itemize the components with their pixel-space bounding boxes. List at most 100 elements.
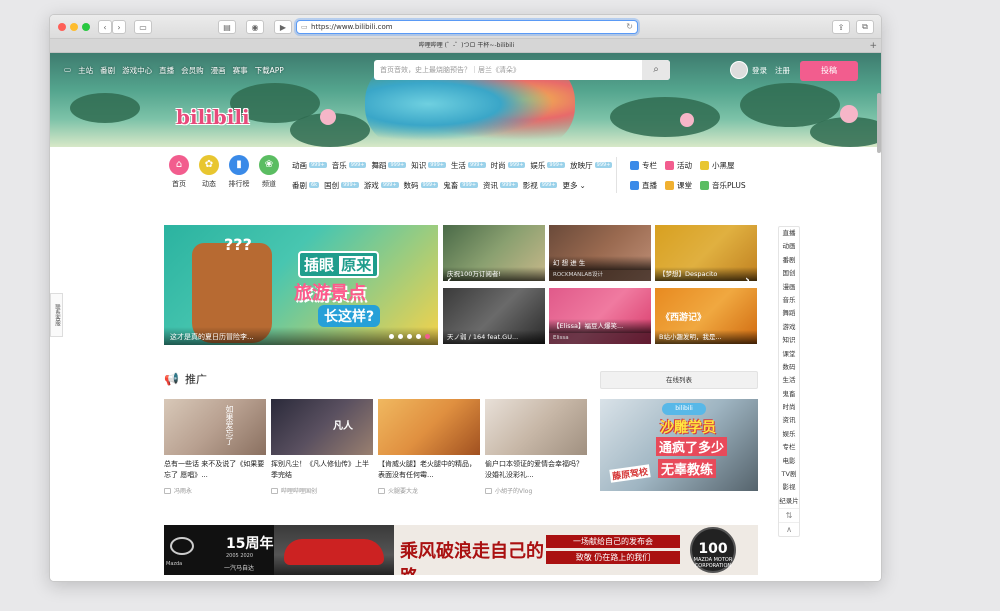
category-item[interactable]: 资讯 999+ [483,180,518,191]
featured-video[interactable]: 【Elissa】福豆人爆笑... Elissa [549,288,651,344]
sidebar-icon[interactable]: ▭ [134,20,152,34]
sidenav-item[interactable]: 数码 [779,361,799,374]
category-item[interactable]: 舞蹈 999+ [371,160,407,171]
bilibili-logo[interactable]: bilibili [176,105,250,129]
contact-service-button[interactable]: 联系客服 [50,293,63,337]
category-item[interactable]: 时尚 999+ [491,160,526,171]
sort-icon[interactable]: ⇅ [779,508,799,522]
carousel-dot-active[interactable] [425,334,430,339]
forward-icon[interactable]: › [112,20,126,34]
quick-channel[interactable]: ❀ 频道 [258,155,280,189]
sidenav-item[interactable]: 漫画 [779,281,799,294]
sidenav-item[interactable]: 课堂 [779,348,799,361]
nav-item-manga[interactable]: 漫画 [211,65,226,76]
nav-item-esports[interactable]: 赛事 [233,65,248,76]
reader-icon[interactable]: ▤ [218,20,236,34]
featured-video[interactable]: 《西游记》 B站小趣发明，我是... [655,288,757,344]
next-arrow-icon[interactable]: › [745,273,750,287]
search-icon[interactable]: ⌕ [642,60,670,80]
register-link[interactable]: 注册 [775,65,790,76]
extra-music-plus[interactable]: 音乐PLUS [700,180,746,191]
video-title[interactable]: 【肯威火腿】老火腿中的精品，表面没有任何霉... [378,459,480,481]
video-card[interactable]: 凡人 挥别凡尘！《凡人修仙传》上半季完结 哔哩哔哩国创 [271,399,373,509]
category-item[interactable]: 动画 999+ [292,160,327,171]
carousel-dot[interactable] [398,334,403,339]
nav-item-live[interactable]: 直播 [159,65,174,76]
carousel-dot[interactable] [389,334,394,339]
nav-item-game-center[interactable]: 游戏中心 [122,65,152,76]
tab-title[interactable]: 哔哩哔哩 (゜-゜)つロ 干杯~-bilibili [419,42,514,49]
sidenav-item[interactable]: 番剧 [779,254,799,267]
minimize-window-button[interactable] [70,23,78,31]
extra-live[interactable]: 直播 [630,180,657,191]
submit-button[interactable]: 投稿 [800,61,858,81]
sidenav-item[interactable]: 直播 [779,227,799,240]
featured-video[interactable]: 天ノ弱 / 164 feat.GU... [443,288,545,344]
category-item[interactable]: 知识 999+ [411,160,446,171]
sidenav-item[interactable]: 专栏 [779,441,799,454]
sidenav-item[interactable]: 影视 [779,481,799,494]
quick-ranking[interactable]: ▮ 排行榜 [228,155,250,189]
video-title[interactable]: 偷户口本领证的爱情会幸福吗？没婚礼没彩礼... [485,459,587,481]
sidenav-item[interactable]: 动画 [779,240,799,253]
back-to-top-icon[interactable]: ∧ [779,522,799,536]
promo-card[interactable]: bilibili 沙雕学员 通疯了多少 无辜教练 藤原驾校 [600,399,758,491]
nav-item-bangumi[interactable]: 番剧 [100,65,115,76]
category-item[interactable]: 番剧 6k [292,180,320,191]
video-uploader[interactable]: 冯雨永 [164,486,266,495]
category-item[interactable]: 影视 999+ [523,180,558,191]
category-item[interactable]: 娱乐 999+ [530,160,566,171]
video-uploader[interactable]: 火腿要大龙 [378,486,480,495]
share-icon[interactable]: ⇪ [832,20,850,34]
sidenav-item[interactable]: 纪录片 [779,495,799,508]
category-item[interactable]: 国创 999+ [324,180,359,191]
zoom-window-button[interactable] [82,23,90,31]
ad-banner[interactable]: Mazda 15周年 2005 2020 一汽马自达 乘风破浪走自己的路 一场献… [164,525,758,575]
extra-activity[interactable]: 活动 [665,160,692,171]
category-item[interactable]: 游戏 999+ [364,180,399,191]
video-thumbnail[interactable] [378,399,480,455]
category-item[interactable]: 数码 999+ [404,180,439,191]
category-item[interactable]: 生活 999+ [451,160,486,171]
login-link[interactable]: 登录 [752,65,767,76]
hero-carousel[interactable]: ??? 插眼 原来 旅游景点 长这样? 这才是真的夏日历冒险李... [164,225,438,345]
media-icon[interactable]: ▶ [274,20,292,34]
video-title[interactable]: 挥别凡尘！《凡人修仙传》上半季完结 [271,459,373,481]
sidenav-item[interactable]: TV剧 [779,468,799,481]
carousel-dot[interactable] [416,334,421,339]
video-thumbnail[interactable]: 凡人 [271,399,373,455]
sidenav-item[interactable]: 鬼畜 [779,388,799,401]
tabs-icon[interactable]: ⧉ [856,20,874,34]
new-tab-icon[interactable]: + [869,39,877,53]
prev-arrow-icon[interactable]: ‹ [447,273,452,287]
featured-video[interactable]: 幻 想 进 生 ROCKMANLAB设计 [549,225,651,281]
reload-icon[interactable]: ↻ [626,22,633,31]
nav-item-download-app[interactable]: 下载APP [255,65,284,76]
video-title[interactable]: 总有一些话 来不及说了《如果要忘了 愿唱》... [164,459,266,481]
search-input[interactable]: 首页音效，史上最烧脑预告？｜居兰《清朵》 [380,60,642,80]
sidenav-item[interactable]: 生活 [779,374,799,387]
category-item[interactable]: 鬼畜 999+ [443,180,479,191]
category-item[interactable]: 放映厅 999+ [570,160,613,171]
sidenav-item[interactable]: 电影 [779,455,799,468]
sidenav-item[interactable]: 资讯 [779,414,799,427]
sidenav-item[interactable]: 舞蹈 [779,307,799,320]
sidenav-item[interactable]: 娱乐 [779,428,799,441]
sidenav-item[interactable]: 游戏 [779,321,799,334]
extra-class[interactable]: 课堂 [665,180,692,191]
back-icon[interactable]: ‹ [98,20,112,34]
sidenav-item[interactable]: 国创 [779,267,799,280]
video-thumbnail[interactable]: 如果爱忘了 [164,399,266,455]
video-thumbnail[interactable] [485,399,587,455]
sidenav-item[interactable]: 时尚 [779,401,799,414]
online-list-button[interactable]: 在线列表 [600,371,758,389]
category-more[interactable]: 更多 ⌄ [562,180,585,191]
video-card[interactable]: 【肯威火腿】老火腿中的精品，表面没有任何霉... 火腿要大龙 [378,399,480,509]
avatar[interactable] [730,61,748,79]
sidenav-item[interactable]: 音乐 [779,294,799,307]
extra-column[interactable]: 专栏 [630,160,657,171]
carousel-dot[interactable] [407,334,412,339]
extra-blackroom[interactable]: 小黑屋 [700,160,735,171]
featured-video[interactable]: 庆祝100万订阅者! [443,225,545,281]
address-bar[interactable]: ▭ https://www.bilibili.com ↻ [296,20,638,34]
